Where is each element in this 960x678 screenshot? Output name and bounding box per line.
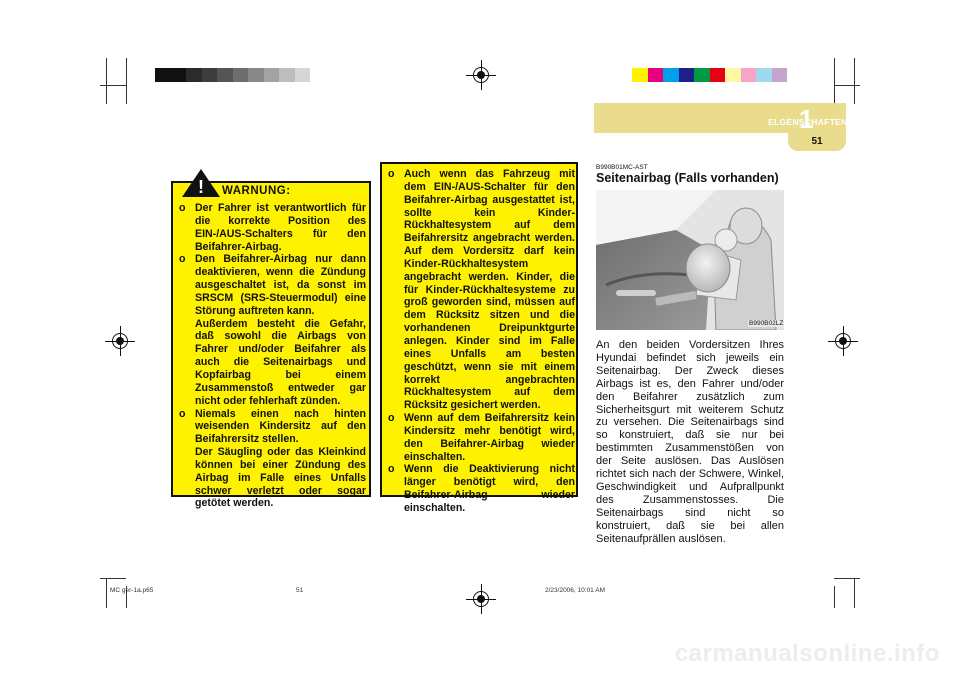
color-swatch bbox=[263, 68, 279, 82]
color-swatch bbox=[647, 68, 663, 82]
color-swatch bbox=[279, 68, 295, 82]
color-swatch bbox=[310, 68, 326, 82]
crop-mark bbox=[834, 578, 860, 579]
crop-mark bbox=[854, 58, 855, 104]
chapter-title: ELGENSCHAFTEN DES HYUNDAI bbox=[768, 117, 912, 127]
color-swatch bbox=[155, 68, 171, 82]
color-swatch bbox=[678, 68, 694, 82]
warning-box: o Der Fahrer ist verantwortlich für die k… bbox=[171, 181, 371, 509]
registration-mark-right bbox=[828, 326, 858, 356]
color-swatch bbox=[248, 68, 264, 82]
warning-item: o Auch wenn das Fahrzeug mit dem EIN-/AUS… bbox=[388, 168, 575, 412]
warning-item: o Niemals einen nach hinten weisenden Kin… bbox=[179, 407, 366, 510]
side-airbag-illustration bbox=[596, 190, 784, 330]
color-swatch bbox=[186, 68, 202, 82]
color-swatch bbox=[694, 68, 710, 82]
color-swatch bbox=[663, 68, 679, 82]
color-swatch bbox=[756, 68, 772, 82]
warning-item: o Den Beifahrer-Airbag nur dann deaktivie… bbox=[179, 253, 366, 407]
child-seat-warning-box: o Auch wenn das Fahrzeug mit dem EIN-/AUS… bbox=[380, 162, 578, 514]
printer-color-bar bbox=[632, 68, 787, 82]
crop-mark bbox=[834, 58, 835, 104]
section-code: B990B01MC-AST bbox=[596, 164, 648, 171]
crop-mark bbox=[106, 58, 107, 104]
registration-mark-top bbox=[466, 60, 496, 90]
illustration-code: B990B02LZ bbox=[748, 320, 785, 327]
footer-page: 51 bbox=[296, 587, 304, 594]
color-swatch bbox=[294, 68, 310, 82]
warning-heading: WARNUNG: bbox=[222, 185, 291, 197]
section-title: Seitenairbag (Falls vorhanden) bbox=[596, 171, 779, 185]
section-body-text: An den beiden Vordersitzen Ihres Hyundai… bbox=[596, 339, 784, 545]
warning-triangle-icon: ! bbox=[182, 169, 220, 197]
color-swatch bbox=[709, 68, 725, 82]
warning-item: o Der Fahrer ist verantwortlich für die k… bbox=[179, 202, 366, 253]
svg-text:!: ! bbox=[198, 177, 204, 197]
color-swatch bbox=[217, 68, 233, 82]
warning-item: o Wenn die Deaktivierung nicht länger ben… bbox=[388, 463, 575, 514]
color-swatch bbox=[201, 68, 217, 82]
warning-item: o Wenn auf dem Beifahrersitz kein Kinders… bbox=[388, 412, 575, 463]
crop-mark bbox=[126, 58, 127, 104]
registration-mark-bottom bbox=[466, 584, 496, 614]
footer-file: MC ger-1a.p65 bbox=[110, 587, 154, 594]
footer-timestamp: 2/23/2006, 10:01 AM bbox=[545, 587, 605, 594]
crop-mark bbox=[834, 586, 835, 608]
crop-mark bbox=[100, 578, 126, 579]
crop-mark bbox=[854, 578, 855, 608]
color-swatch bbox=[232, 68, 248, 82]
color-swatch bbox=[740, 68, 756, 82]
color-swatch bbox=[632, 68, 648, 82]
registration-mark-left bbox=[105, 326, 135, 356]
color-swatch bbox=[170, 68, 186, 82]
crop-mark bbox=[834, 85, 860, 86]
printer-grayscale-bar bbox=[155, 68, 326, 82]
crop-mark bbox=[100, 85, 126, 86]
color-swatch bbox=[725, 68, 741, 82]
crop-mark bbox=[106, 578, 107, 608]
page-number: 51 bbox=[811, 136, 823, 147]
chapter-number: 1 bbox=[799, 104, 814, 134]
watermark: carmanualsonline.info bbox=[674, 640, 940, 667]
color-swatch bbox=[771, 68, 787, 82]
